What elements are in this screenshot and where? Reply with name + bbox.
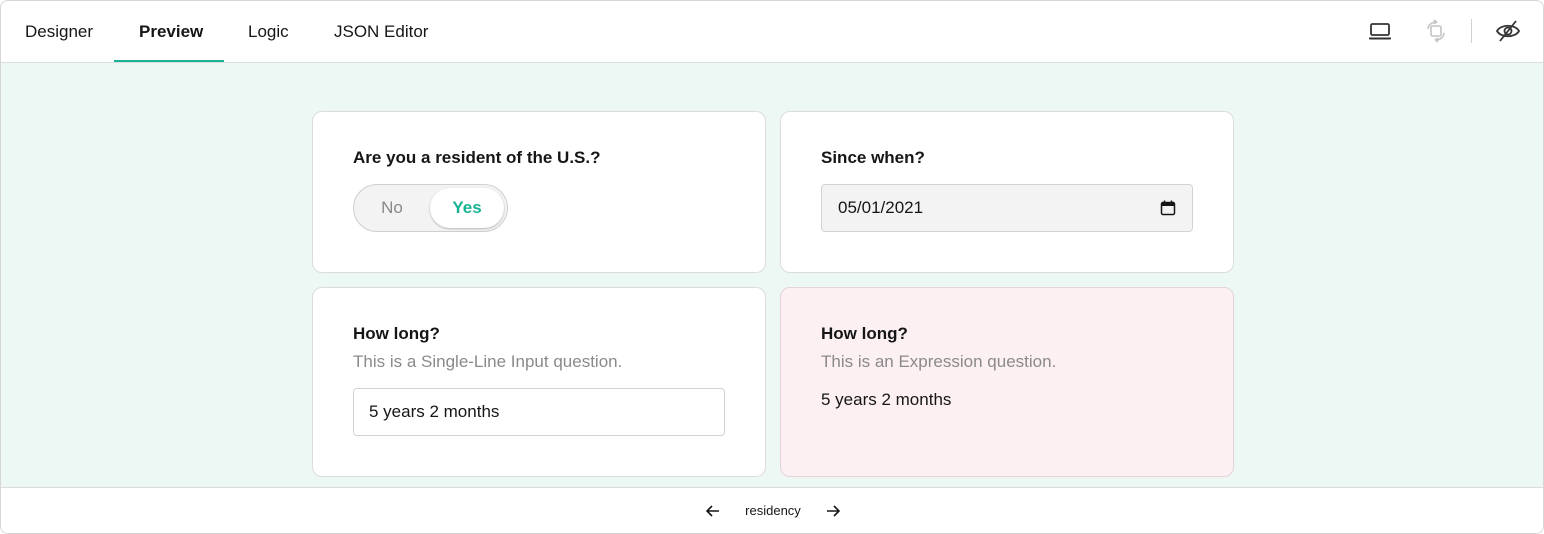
survey-creator-window: Designer Preview Logic JSON Editor Are y… bbox=[0, 0, 1544, 534]
top-toolbar: Designer Preview Logic JSON Editor bbox=[1, 1, 1543, 63]
tab-designer[interactable]: Designer bbox=[25, 1, 93, 63]
current-page-name[interactable]: residency bbox=[723, 488, 823, 533]
question-since-when: Since when? 05/01/2021 bbox=[780, 111, 1234, 273]
preview-canvas: Are you a resident of the U.S.? No Yes S… bbox=[1, 63, 1543, 487]
toggle-option-yes[interactable]: Yes bbox=[430, 188, 504, 228]
tab-preview[interactable]: Preview bbox=[139, 1, 203, 63]
arrow-right-icon[interactable] bbox=[824, 502, 842, 520]
boolean-toggle[interactable]: No Yes bbox=[353, 184, 508, 232]
date-value: 05/01/2021 bbox=[838, 198, 924, 217]
input-value: 5 years 2 months bbox=[369, 402, 500, 421]
question-title: Are you a resident of the U.S.? bbox=[353, 148, 601, 167]
question-how-long-expression: How long? This is an Expression question… bbox=[780, 287, 1234, 477]
active-tab-indicator bbox=[114, 60, 224, 62]
question-description: This is a Single-Line Input question. bbox=[353, 352, 623, 371]
date-input[interactable]: 05/01/2021 bbox=[821, 184, 1193, 232]
tab-json-editor[interactable]: JSON Editor bbox=[334, 1, 428, 63]
arrow-left-icon[interactable] bbox=[704, 502, 722, 520]
question-description: This is an Expression question. bbox=[821, 352, 1057, 371]
question-title: How long? bbox=[353, 324, 440, 343]
rotate-orientation-icon[interactable] bbox=[1423, 18, 1449, 44]
expression-value: 5 years 2 months bbox=[821, 390, 952, 409]
question-title: How long? bbox=[821, 324, 908, 343]
toolbar-separator bbox=[1471, 19, 1472, 43]
laptop-icon[interactable] bbox=[1367, 18, 1393, 44]
page-navigator: residency bbox=[1, 487, 1543, 533]
question-title: Since when? bbox=[821, 148, 925, 167]
toggle-option-no[interactable]: No bbox=[354, 185, 430, 231]
tab-logic[interactable]: Logic bbox=[248, 1, 289, 63]
question-resident: Are you a resident of the U.S.? No Yes bbox=[312, 111, 766, 273]
calendar-icon[interactable] bbox=[1160, 200, 1176, 216]
single-line-input[interactable]: 5 years 2 months bbox=[353, 388, 725, 436]
eye-slash-icon[interactable] bbox=[1495, 18, 1521, 44]
question-how-long-input: How long? This is a Single-Line Input qu… bbox=[312, 287, 766, 477]
